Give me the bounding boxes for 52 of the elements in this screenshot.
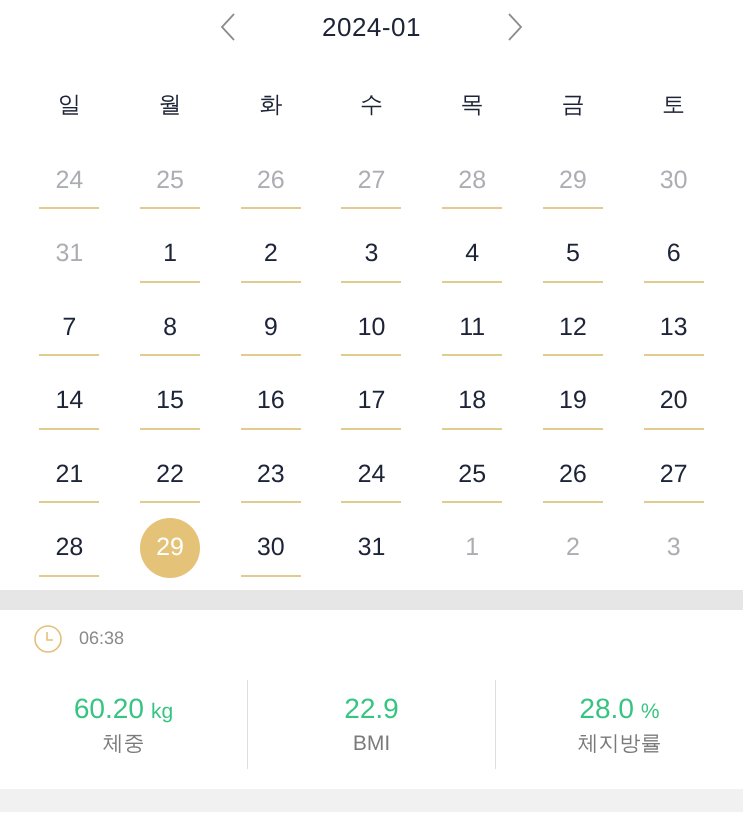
calendar-day[interactable]: 16 xyxy=(240,370,301,431)
calendar-day[interactable]: 31 xyxy=(341,518,402,578)
calendar-day[interactable]: 9 xyxy=(240,297,301,358)
weekday-label: 화 xyxy=(259,90,282,119)
record-time: 06:38 xyxy=(79,628,124,650)
weekday-label: 일 xyxy=(58,90,81,119)
metric-unit: % xyxy=(640,700,660,724)
calendar-day[interactable]: 21 xyxy=(39,444,100,504)
calendar-day[interactable]: 12 xyxy=(542,297,603,358)
calendar-day[interactable]: 18 xyxy=(442,370,502,431)
chevron-right-icon xyxy=(506,13,523,41)
calendar-day[interactable]: 22 xyxy=(140,444,200,504)
weekday-label: 금 xyxy=(561,90,584,119)
calendar-day[interactable]: 20 xyxy=(644,370,704,431)
calendar-day[interactable]: 28 xyxy=(39,518,100,578)
calendar-day[interactable]: 15 xyxy=(140,370,200,431)
calendar-day[interactable]: 27 xyxy=(644,444,704,504)
calendar-day[interactable]: 24 xyxy=(341,444,402,504)
calendar-day[interactable]: 11 xyxy=(442,297,502,358)
weekday-label: 토 xyxy=(662,90,686,119)
metric-value: 28.0 xyxy=(579,692,634,726)
clock-icon xyxy=(34,624,62,653)
calendar-day[interactable]: 26 xyxy=(542,444,603,504)
calendar-day[interactable]: 6 xyxy=(644,224,704,284)
calendar-day[interactable]: 7 xyxy=(39,297,100,358)
calendar-day[interactable]: 23 xyxy=(240,444,301,504)
metric-value: 60.20 xyxy=(74,692,144,726)
calendar-day[interactable]: 1 xyxy=(140,224,200,284)
weekday-label: 월 xyxy=(158,90,182,119)
next-month-button[interactable] xyxy=(506,13,523,41)
metric-label: 체지방률 xyxy=(578,730,662,757)
calendar-day[interactable]: 3 xyxy=(341,224,402,284)
calendar-day[interactable]: 17 xyxy=(341,370,402,431)
metric-value: 22.9 xyxy=(344,692,399,726)
metric-label: BMI xyxy=(352,730,390,757)
prev-month-button[interactable] xyxy=(220,13,236,41)
weekday-label: 목 xyxy=(460,90,484,119)
calendar-day[interactable]: 4 xyxy=(442,224,502,284)
calendar-day[interactable]: 13 xyxy=(644,297,704,358)
calendar-day[interactable]: 8 xyxy=(140,297,200,358)
month-title: 2024-01 xyxy=(322,11,421,43)
metric-unit: kg xyxy=(150,700,174,724)
calendar-day[interactable]: 30 xyxy=(240,518,301,578)
calendar-day[interactable]: 5 xyxy=(542,224,603,284)
chevron-left-icon xyxy=(220,13,236,41)
weekday-label: 수 xyxy=(360,90,383,119)
calendar-day[interactable]: 2 xyxy=(240,224,301,284)
calendar-day[interactable]: 25 xyxy=(442,444,502,504)
calendar-day[interactable]: 19 xyxy=(542,370,603,431)
calendar-day[interactable]: 14 xyxy=(39,370,100,431)
metric-label: 체중 xyxy=(102,730,144,757)
calendar-day[interactable]: 10 xyxy=(341,297,402,358)
